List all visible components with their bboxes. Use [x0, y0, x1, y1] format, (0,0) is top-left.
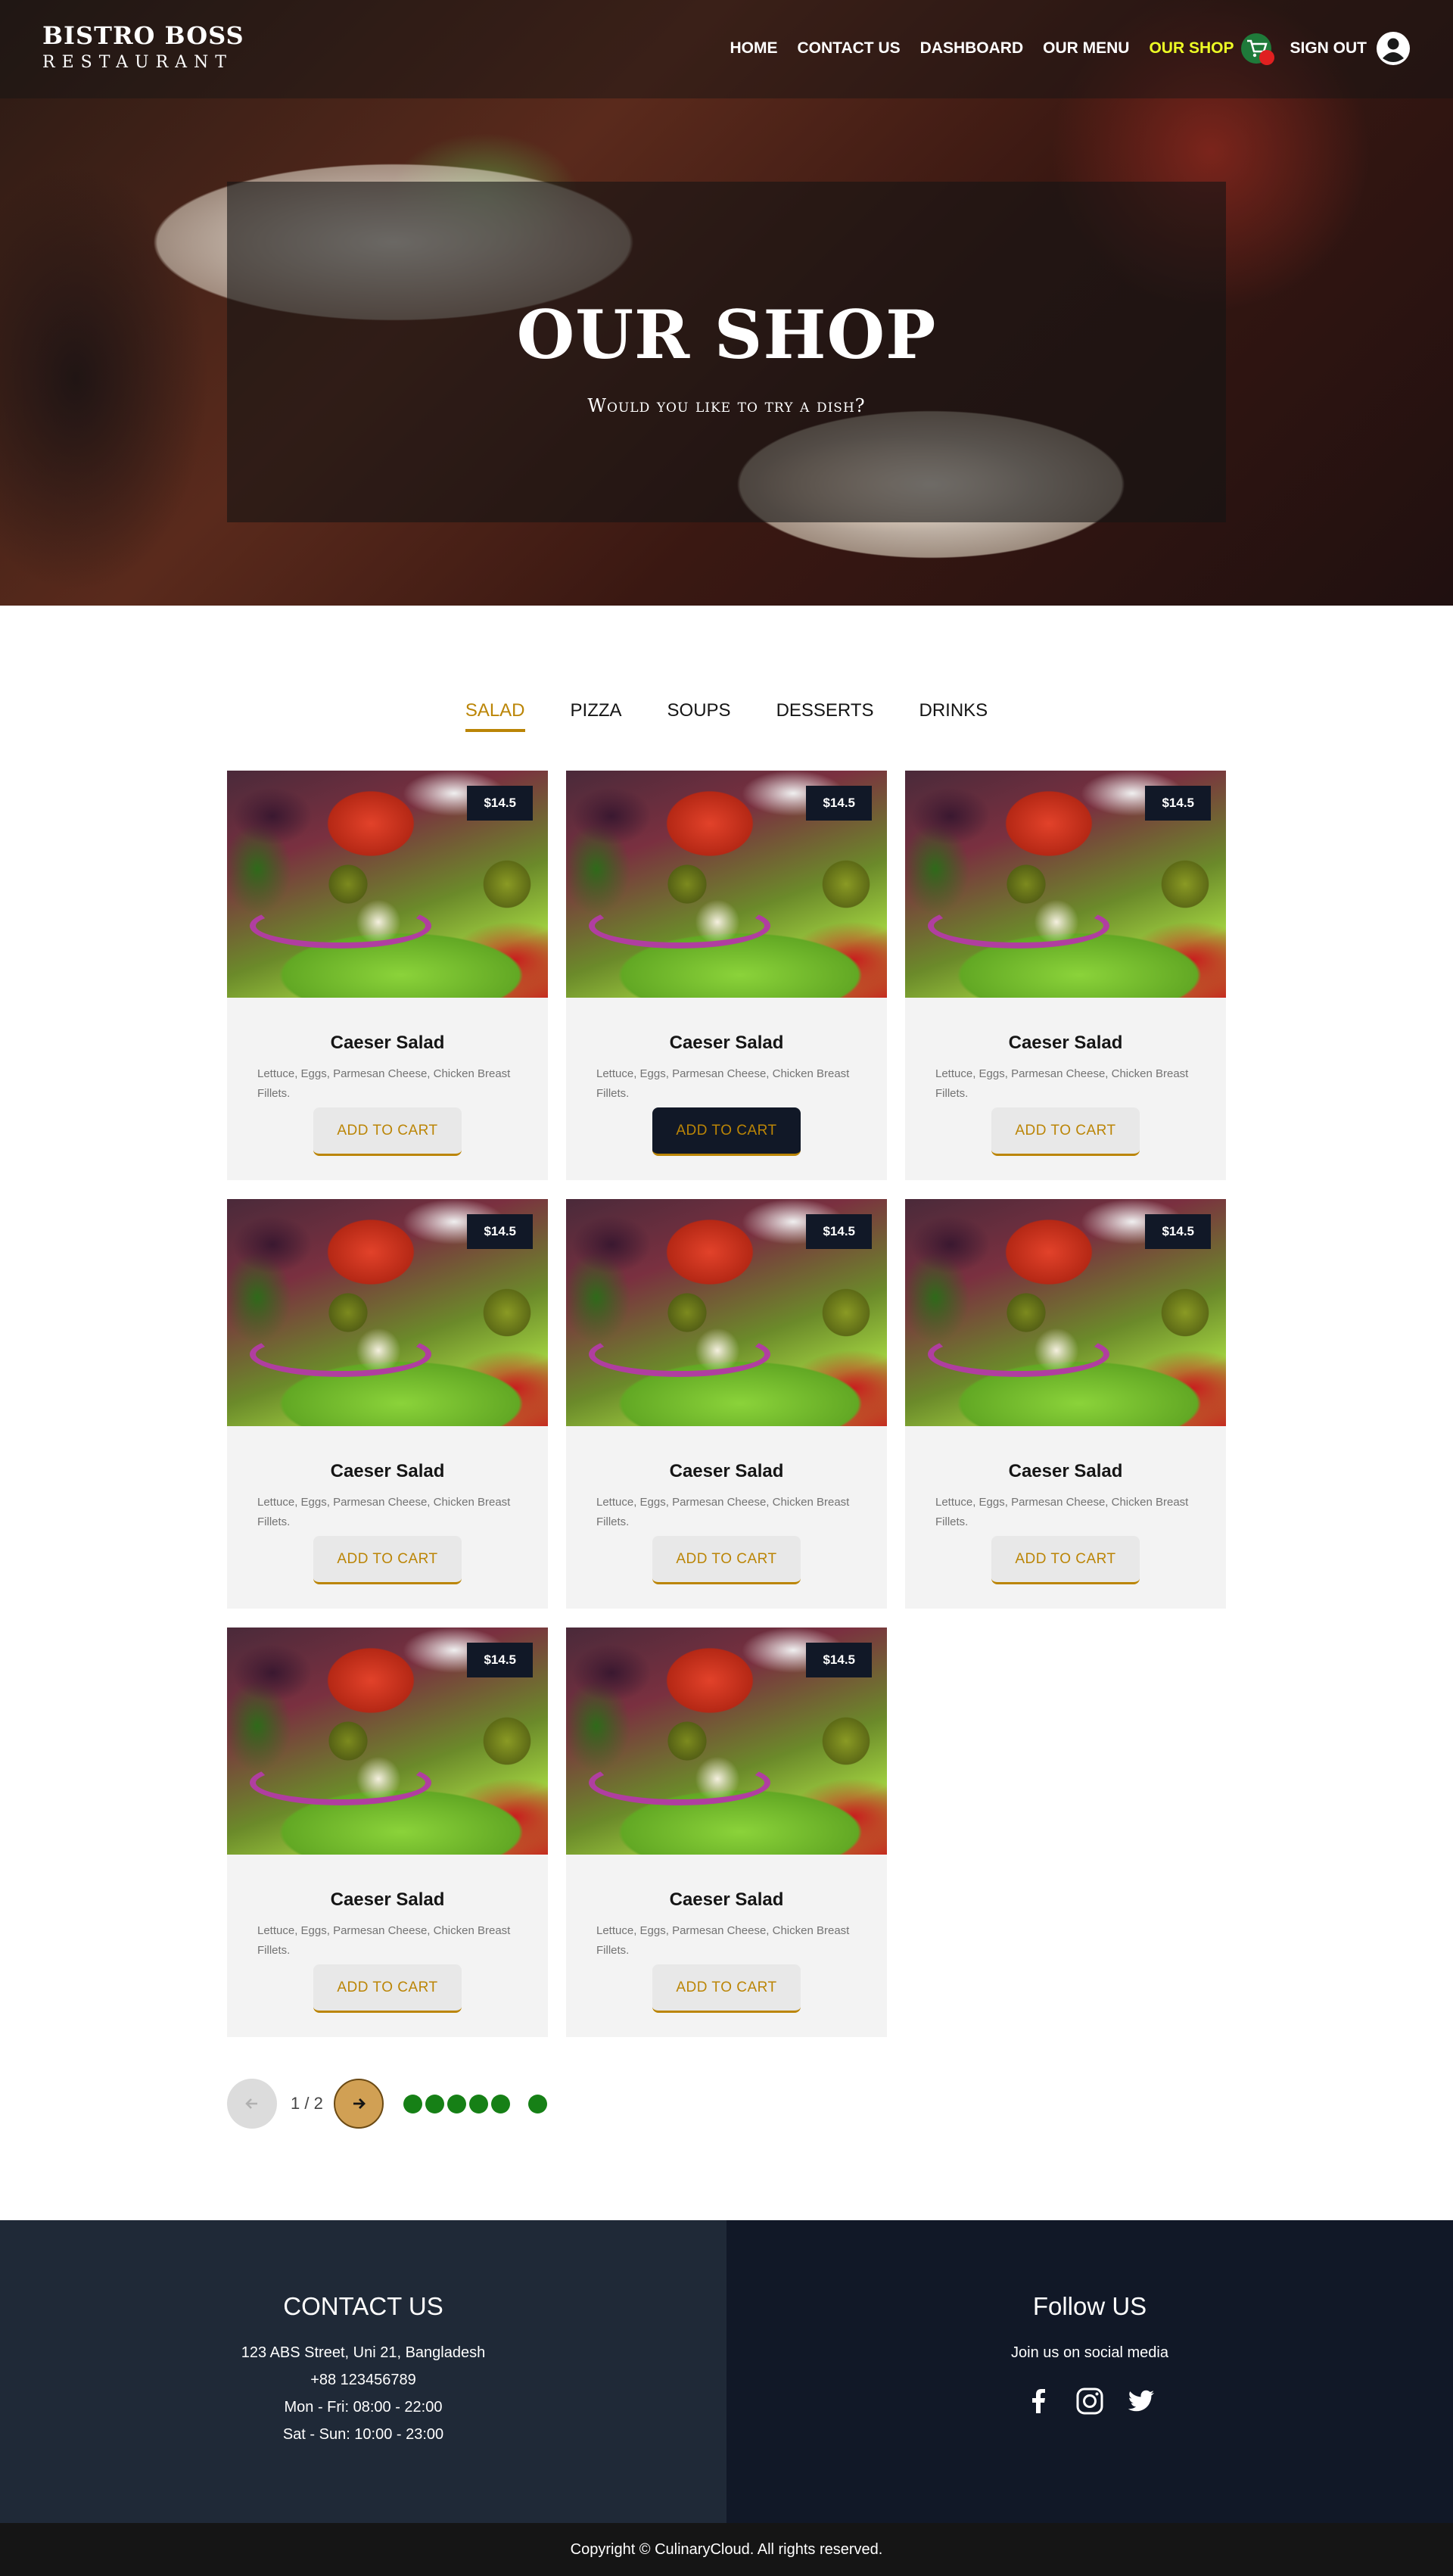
facebook-icon[interactable]	[1023, 2386, 1053, 2416]
page-dots	[403, 2094, 550, 2113]
arrow-left-icon	[245, 2098, 257, 2109]
next-page-button[interactable]	[333, 2079, 384, 2129]
contact-address: 123 ABS Street, Uni 21, Bangladesh	[241, 2344, 486, 2361]
product-description: Lettuce, Eggs, Parmesan Cheese, Chicken …	[596, 1067, 850, 1100]
nav-our-menu[interactable]: OUR MENU	[1043, 39, 1129, 58]
add-to-cart-button[interactable]: ADD TO CART	[313, 1964, 462, 2013]
onion-ring	[589, 1332, 770, 1377]
contact-hours-weekend: Sat - Sun: 10:00 - 23:00	[282, 2426, 444, 2443]
product-name: Caeser Salad	[669, 1461, 784, 1481]
nav-dashboard[interactable]: DASHBOARD	[920, 39, 1024, 58]
product-grid: $14.5 Caeser Salad Lettuce, Eggs, Parmes…	[227, 771, 1226, 2037]
product-name: Caeser Salad	[330, 1889, 445, 1910]
add-to-cart-button[interactable]: ADD TO CART	[991, 1536, 1140, 1584]
tab-desserts[interactable]: DESSERTS	[776, 700, 874, 732]
product-name: Caeser Salad	[1008, 1461, 1123, 1481]
onion-ring	[589, 903, 770, 948]
hero-title: OUR SHOP	[516, 295, 937, 374]
instagram-icon[interactable]	[1075, 2386, 1105, 2416]
page-indicator: 1 / 2	[291, 2094, 323, 2113]
page-dot[interactable]	[490, 2094, 510, 2113]
onion-ring	[589, 1760, 770, 1805]
product-description: Lettuce, Eggs, Parmesan Cheese, Chicken …	[257, 1067, 511, 1100]
price-badge: $14.5	[806, 786, 872, 821]
page-dot[interactable]	[446, 2094, 466, 2113]
contact-title: CONTACT US	[283, 2292, 443, 2320]
onion-ring	[928, 1332, 1109, 1377]
product-description: Lettuce, Eggs, Parmesan Cheese, Chicken …	[596, 1496, 850, 1528]
page-dot[interactable]	[527, 2094, 547, 2113]
nav-contact-us[interactable]: CONTACT US	[798, 39, 901, 58]
product-card: $14.5 Caeser Salad Lettuce, Eggs, Parmes…	[227, 1628, 548, 2037]
footer-contact: CONTACT US 123 ABS Street, Uni 21, Bangl…	[0, 2220, 726, 2523]
onion-ring	[928, 903, 1109, 948]
add-to-cart-button[interactable]: ADD TO CART	[313, 1107, 462, 1156]
price-badge: $14.5	[806, 1643, 872, 1677]
product-card: $14.5 Caeser Salad Lettuce, Eggs, Parmes…	[227, 1199, 548, 1609]
add-to-cart-button[interactable]: ADD TO CART	[652, 1107, 801, 1156]
product-name: Caeser Salad	[330, 1033, 445, 1053]
follow-title: Follow US	[1032, 2292, 1147, 2320]
tab-pizza[interactable]: PIZZA	[571, 700, 622, 732]
add-to-cart-button[interactable]: ADD TO CART	[313, 1536, 462, 1584]
price-badge: $14.5	[467, 786, 533, 821]
follow-subtitle: Join us on social media	[1011, 2344, 1168, 2361]
cart-icon[interactable]	[1240, 32, 1275, 65]
price-badge: $14.5	[1145, 786, 1211, 821]
onion-ring	[250, 1332, 431, 1377]
onion-ring	[250, 1760, 431, 1805]
product-name: Caeser Salad	[1008, 1033, 1123, 1053]
price-badge: $14.5	[467, 1643, 533, 1677]
product-description: Lettuce, Eggs, Parmesan Cheese, Chicken …	[935, 1067, 1189, 1100]
add-to-cart-button[interactable]: ADD TO CART	[652, 1536, 801, 1584]
copyright: Copyright © CulinaryCloud. All rights re…	[0, 2523, 1453, 2576]
category-tabs: SALAD PIZZA SOUPS DESSERTS DRINKS	[0, 700, 1453, 732]
product-name: Caeser Salad	[669, 1889, 784, 1910]
nav-sign-out[interactable]: SIGN OUT	[1290, 39, 1367, 58]
nav-home[interactable]: HOME	[730, 39, 778, 58]
price-badge: $14.5	[467, 1214, 533, 1249]
user-circle-icon[interactable]	[1376, 31, 1411, 66]
contact-phone: +88 123456789	[310, 2372, 416, 2388]
contact-details: 123 ABS Street, Uni 21, Bangladesh +88 1…	[0, 2339, 726, 2448]
brand-title: BISTRO BOSS	[42, 21, 244, 50]
hero-subtitle: Would you like to try a dish?	[587, 395, 866, 416]
nav-our-shop[interactable]: OUR SHOP	[1149, 39, 1234, 58]
onion-ring	[250, 903, 431, 948]
add-to-cart-button[interactable]: ADD TO CART	[652, 1964, 801, 2013]
page-dot[interactable]	[425, 2094, 444, 2113]
footer-follow: Follow US Join us on social media	[726, 2220, 1453, 2523]
brand-logo[interactable]: BISTRO BOSS Restaurant	[42, 21, 244, 72]
contact-hours-weekday: Mon - Fri: 08:00 - 22:00	[284, 2399, 443, 2416]
add-to-cart-button[interactable]: ADD TO CART	[991, 1107, 1140, 1156]
brand-subtitle: Restaurant	[42, 53, 233, 72]
product-name: Caeser Salad	[669, 1033, 784, 1053]
price-badge: $14.5	[1145, 1214, 1211, 1249]
social-links	[726, 2386, 1453, 2416]
page-dot[interactable]	[403, 2094, 422, 2113]
tab-salad[interactable]: SALAD	[465, 700, 525, 732]
tab-drinks[interactable]: DRINKS	[919, 700, 988, 732]
twitter-icon[interactable]	[1126, 2386, 1156, 2416]
product-card: $14.5 Caeser Salad Lettuce, Eggs, Parmes…	[227, 771, 548, 1180]
navbar: BISTRO BOSS Restaurant HOME CONTACT US D…	[0, 0, 1453, 98]
product-card: $14.5 Caeser Salad Lettuce, Eggs, Parmes…	[905, 1199, 1226, 1609]
page-dot[interactable]	[468, 2094, 488, 2113]
hero-overlay: OUR SHOP Would you like to try a dish?	[227, 182, 1226, 522]
product-description: Lettuce, Eggs, Parmesan Cheese, Chicken …	[257, 1496, 511, 1528]
tab-soups[interactable]: SOUPS	[667, 700, 731, 732]
main-nav: HOME CONTACT US DASHBOARD OUR MENU OUR S…	[711, 29, 1411, 68]
product-name: Caeser Salad	[330, 1461, 445, 1481]
product-card: $14.5 Caeser Salad Lettuce, Eggs, Parmes…	[566, 771, 887, 1180]
product-description: Lettuce, Eggs, Parmesan Cheese, Chicken …	[257, 1924, 511, 1957]
product-description: Lettuce, Eggs, Parmesan Cheese, Chicken …	[935, 1496, 1189, 1528]
prev-page-button[interactable]	[227, 2079, 277, 2129]
price-badge: $14.5	[806, 1214, 872, 1249]
product-card: $14.5 Caeser Salad Lettuce, Eggs, Parmes…	[566, 1199, 887, 1609]
product-card: $14.5 Caeser Salad Lettuce, Eggs, Parmes…	[905, 771, 1226, 1180]
product-card: $14.5 Caeser Salad Lettuce, Eggs, Parmes…	[566, 1628, 887, 2037]
arrow-right-icon	[353, 2098, 366, 2109]
pagination: 1 / 2	[227, 2079, 550, 2129]
product-description: Lettuce, Eggs, Parmesan Cheese, Chicken …	[596, 1924, 850, 1957]
